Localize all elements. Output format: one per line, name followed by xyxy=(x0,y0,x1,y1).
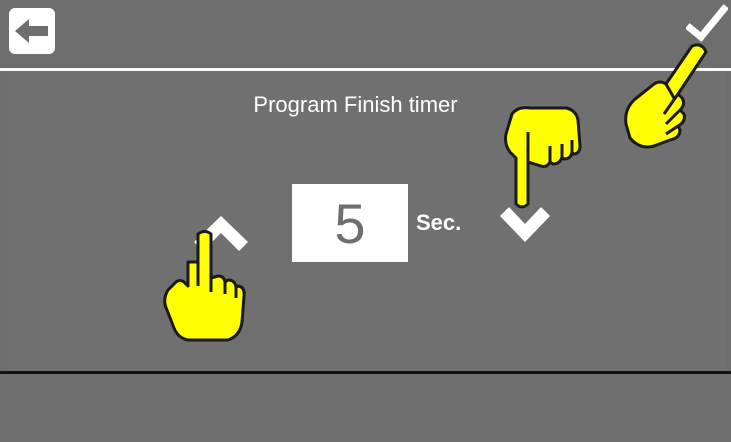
pointing-hand-icon xyxy=(504,106,582,209)
timer-unit-label: Sec. xyxy=(416,210,462,235)
arrow-left-icon xyxy=(15,19,48,43)
timer-value-display: 5 xyxy=(292,184,408,262)
back-button[interactable] xyxy=(9,8,55,54)
timer-value: 5 xyxy=(334,191,366,255)
pointing-hand-icon xyxy=(163,230,246,342)
pointing-hand-icon xyxy=(624,43,708,149)
bottom-bar xyxy=(0,374,731,442)
